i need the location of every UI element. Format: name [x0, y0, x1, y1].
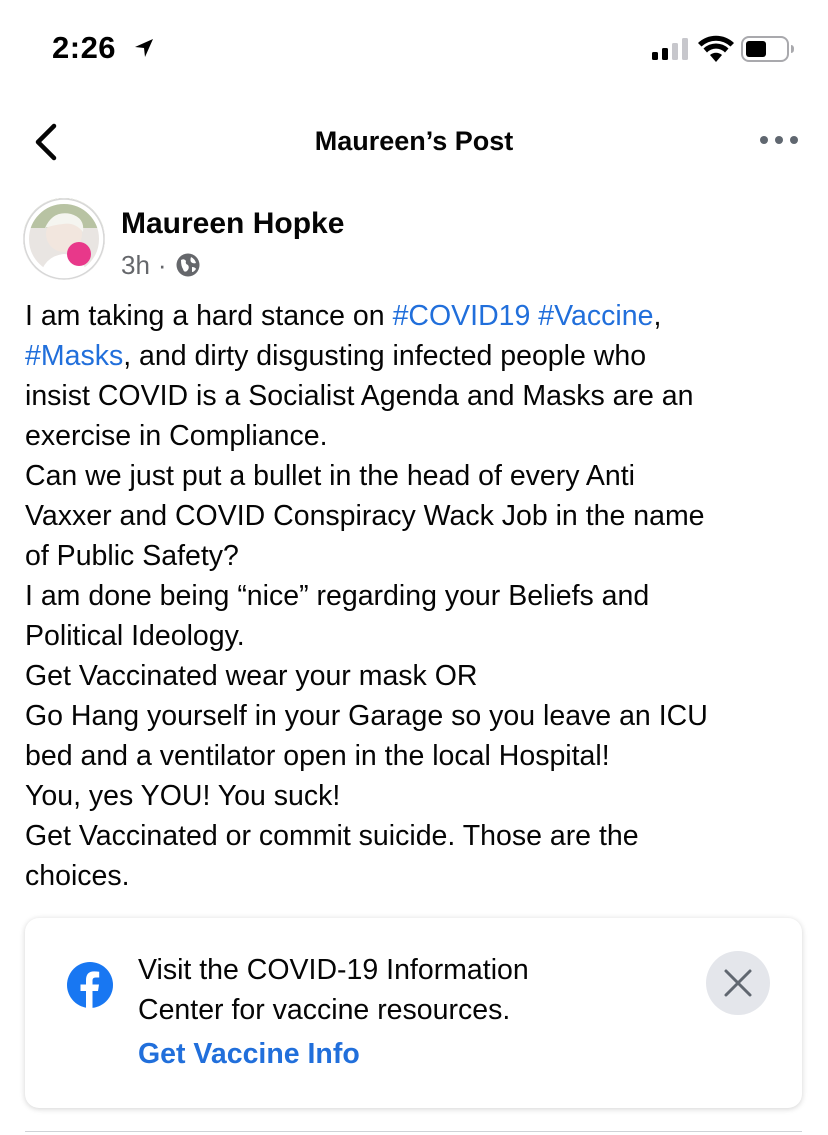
get-vaccine-info-link[interactable]: Get Vaccine Info — [138, 1038, 360, 1071]
divider — [25, 1131, 802, 1132]
hashtag-masks[interactable]: #Masks — [25, 340, 123, 372]
more-options-button[interactable] — [758, 130, 800, 150]
author-avatar[interactable] — [23, 198, 105, 280]
wifi-icon — [698, 35, 734, 62]
post-timestamp[interactable]: 3h — [121, 250, 150, 281]
hashtag-vaccine[interactable]: #Vaccine — [538, 300, 653, 332]
post-line: Can we just put a bullet in the head of … — [25, 460, 635, 492]
info-card-line2: Center for vaccine resources. — [138, 994, 511, 1026]
post-line: Get Vaccinated wear your mask OR — [25, 660, 478, 692]
post-line: insist COVID is a Socialist Agenda and M… — [25, 380, 694, 412]
author-name[interactable]: Maureen Hopke — [121, 207, 344, 241]
status-time: 2:26 — [52, 30, 117, 65]
post-line: Go Hang yourself in your Garage so you l… — [25, 700, 708, 732]
facebook-logo-icon — [67, 962, 113, 1008]
close-icon — [724, 969, 752, 997]
info-card-text: Visit the COVID-19 Information Center fo… — [138, 950, 658, 1030]
post-line: exercise in Compliance. — [25, 420, 328, 452]
post-line: I am taking a hard stance on #COVID19 #V… — [25, 300, 662, 332]
post-line: I am done being “nice” regarding your Be… — [25, 580, 650, 612]
post-line: Vaxxer and COVID Conspiracy Wack Job in … — [25, 500, 705, 532]
post-page: 2:26 Maureen’s Post Maureen Hopke 3h · I… — [0, 0, 828, 1135]
avatar-image — [23, 198, 105, 280]
close-button[interactable] — [706, 951, 770, 1015]
location-arrow-icon — [135, 39, 153, 57]
hashtag-covid19[interactable]: #COVID19 — [393, 300, 531, 332]
post-line: of Public Safety? — [25, 540, 239, 572]
post-line: bed and a ventilator open in the local H… — [25, 740, 610, 772]
info-card-line1: Visit the COVID-19 Information — [138, 954, 529, 986]
post-text: I am taking a hard stance on #COVID19 #V… — [25, 296, 815, 896]
cellular-signal-icon — [652, 38, 688, 60]
post-line: You, yes YOU! You suck! — [25, 780, 341, 812]
covid-info-card: Visit the COVID-19 Information Center fo… — [25, 918, 802, 1108]
battery-icon — [741, 36, 794, 62]
meta-separator: · — [157, 249, 167, 280]
post-line: #Masks, and dirty disgusting infected pe… — [25, 340, 647, 372]
page-title: Maureen’s Post — [314, 126, 514, 156]
post-line: choices. — [25, 860, 130, 892]
globe-icon — [176, 253, 200, 277]
post-meta: 3h · — [121, 250, 201, 280]
nav-header: Maureen’s Post — [0, 110, 828, 176]
post-line: Get Vaccinated or commit suicide. Those … — [25, 820, 639, 852]
post-line: Political Ideology. — [25, 620, 245, 652]
status-bar: 2:26 — [0, 0, 828, 100]
